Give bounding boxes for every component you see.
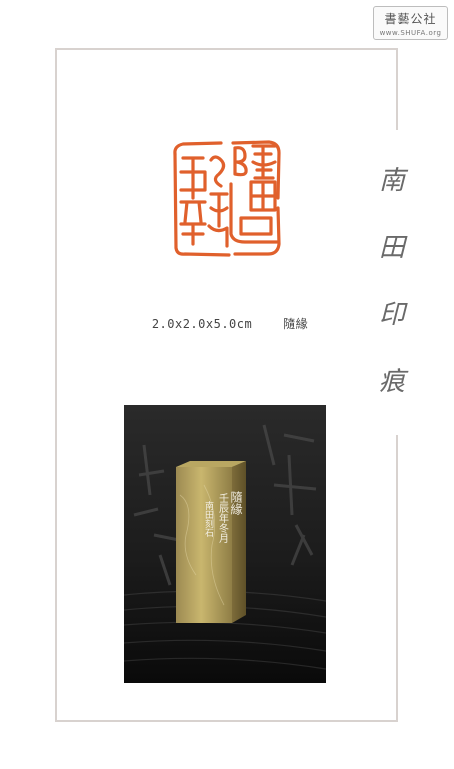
seal-name: 隨緣	[283, 317, 309, 331]
title-char-1: 南	[378, 166, 405, 196]
title-char-3: 印	[378, 300, 405, 330]
title-char-4: 痕	[378, 367, 405, 397]
photo-svg: 隨緣 壬辰年冬月 南田刻石	[124, 405, 326, 683]
inscription-line-2: 壬辰年冬月	[217, 493, 229, 544]
stone-seal-photo: 隨緣 壬辰年冬月 南田刻石	[124, 405, 326, 683]
seal-caption: 2.0x2.0x5.0cm 隨緣	[110, 315, 350, 332]
watermark-url: www.SHUFA.org	[379, 29, 442, 37]
vertical-title: 南 田 印 痕	[372, 160, 412, 398]
seal-dimensions: 2.0x2.0x5.0cm	[151, 317, 253, 331]
watermark-badge: 書藝公社 www.SHUFA.org	[373, 6, 448, 40]
watermark-title: 書藝公社	[384, 12, 437, 26]
inscription-line-3: 南田刻石	[203, 500, 214, 538]
seal-impression-image	[171, 138, 284, 259]
inscription-line-1: 隨緣	[229, 490, 243, 516]
seal-svg	[173, 140, 281, 257]
title-char-2: 田	[378, 233, 405, 263]
